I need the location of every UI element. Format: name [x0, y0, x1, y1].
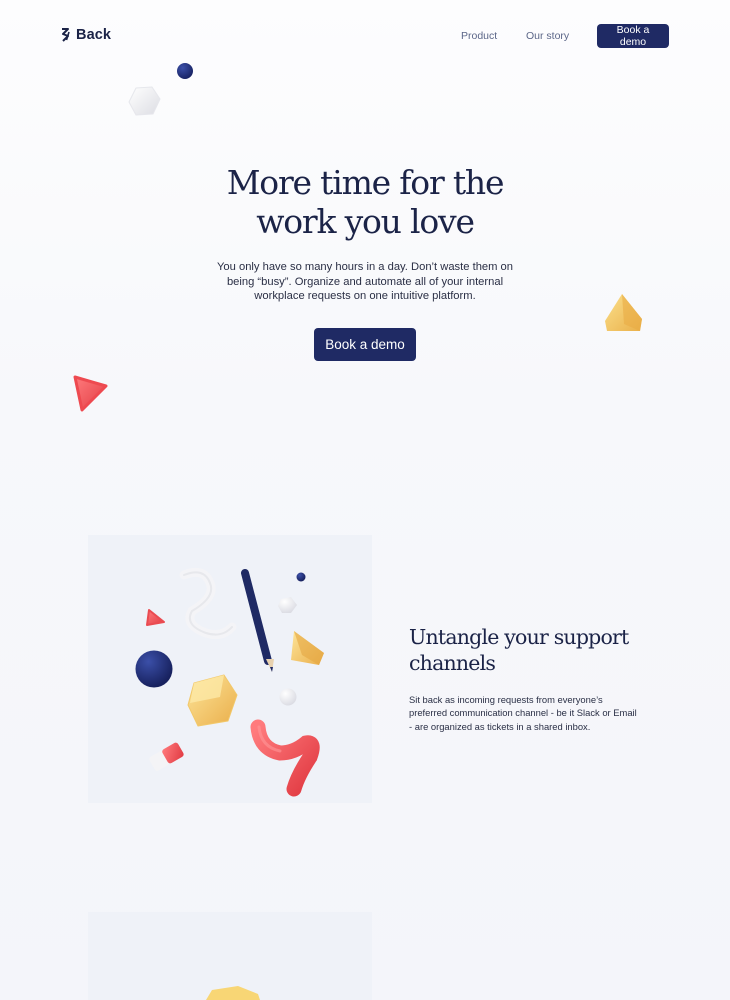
red-triangle-icon: [73, 375, 108, 412]
eraser-icon: [149, 742, 184, 771]
hero-title: More time for the work you love: [165, 163, 565, 241]
feature-illustration-2: [88, 912, 372, 1000]
small-navy-dot-icon: [296, 572, 306, 582]
logo-mark-icon: [62, 28, 70, 42]
hero-subtitle: You only have so many hours in a day. Do…: [216, 261, 514, 302]
hero-title-line-2: work you love: [256, 202, 475, 241]
hero-book-demo-button[interactable]: Book a demo: [314, 328, 416, 361]
yellow-pyramid-small-icon: [291, 631, 324, 665]
site-header: Back Product Our story Book a demo: [0, 0, 730, 72]
small-white-cube-icon: [278, 597, 297, 613]
logo-text: Back: [76, 27, 112, 43]
nav-product-link[interactable]: Product: [461, 30, 497, 42]
white-ball-icon: [279, 688, 297, 706]
logo[interactable]: Back: [60, 27, 111, 43]
feature-description: Sit back as incoming requests from every…: [409, 694, 637, 732]
yellow-shape-icon: [206, 986, 260, 1000]
header-book-demo-button[interactable]: Book a demo: [597, 24, 669, 48]
feature-illustration: [88, 535, 372, 803]
navy-sphere-icon: [177, 63, 193, 79]
red-twist-icon: [250, 719, 320, 797]
pencil-icon: [241, 569, 274, 672]
navy-sphere-large-icon: [135, 650, 173, 688]
small-red-triangle-icon: [146, 609, 165, 626]
yellow-pyramid-icon: [605, 294, 642, 331]
hero-title-line-1: More time for the: [226, 163, 505, 202]
nav-our-story-link[interactable]: Our story: [526, 30, 569, 42]
white-cube-icon: [128, 86, 161, 116]
yellow-cube-icon: [187, 674, 238, 727]
feature-title: Untangle your support channels: [409, 625, 629, 675]
white-squiggle-icon: [179, 567, 237, 639]
